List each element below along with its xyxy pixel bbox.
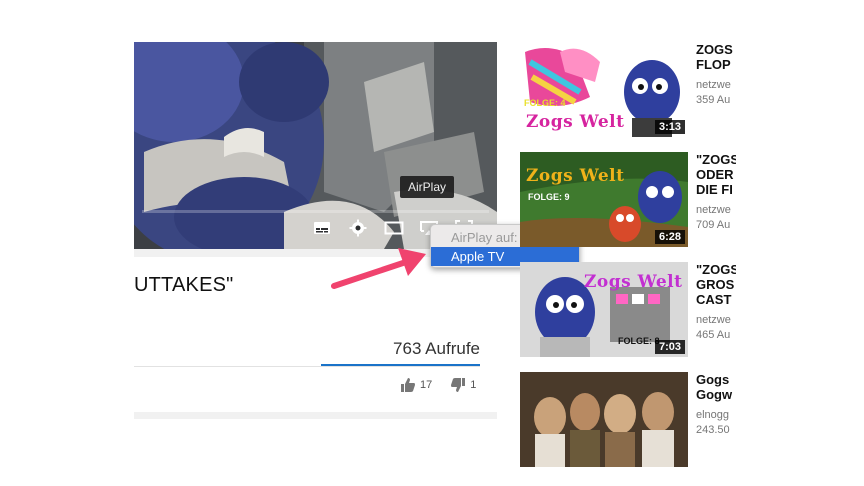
video-title-line-1: ZOGS (696, 42, 733, 57)
video-duration: 3:13 (654, 120, 685, 134)
view-count: 709 Au (696, 219, 731, 231)
subtitles-icon[interactable] (310, 217, 334, 239)
dislike-count: 1 (470, 379, 477, 391)
zogs-welt-logo: Zogs Welt (584, 272, 683, 292)
video-duration: 6:28 (654, 230, 685, 244)
airplay-tooltip: AirPlay (400, 176, 455, 198)
video-thumbnail: FOLGE: 4 Zogs Welt 3:13 (520, 42, 688, 137)
gear-icon[interactable] (346, 217, 370, 239)
episode-label: FOLGE: 4 (524, 98, 566, 108)
sentiment-bar (321, 364, 480, 366)
channel-name: netzwe (696, 79, 731, 91)
theater-mode-icon[interactable] (382, 217, 406, 239)
view-count: 243.50 (696, 424, 730, 436)
like-button[interactable]: 17 (400, 377, 432, 393)
video-title-line-2: Gogw (696, 387, 733, 402)
youtube-watch-page: AirPlay UTTAKES" 763 Aufrufe 17 1 AirPla… (0, 0, 864, 486)
video-title-line-1: Gogs (696, 372, 730, 387)
divider (134, 366, 480, 367)
video-title-line-2: GROS (696, 277, 735, 292)
video-title-line-1: "ZOGS (696, 152, 736, 167)
video-thumbnail: Zogs Welt FOLGE: 8 7:03 (520, 262, 688, 357)
like-count: 17 (420, 379, 433, 391)
thumbs-down-icon (451, 378, 466, 392)
view-count: 359 Au (696, 94, 731, 106)
video-thumbnail (520, 372, 688, 467)
annotation-arrow (331, 248, 426, 289)
video-title-line-2: ODER (696, 167, 734, 182)
view-count: 763 Aufrufe (393, 339, 480, 358)
video-thumbnail: Zogs Welt FOLGE: 9 6:28 (520, 152, 688, 247)
video-title-line-3: CAST (696, 292, 732, 307)
view-count: 465 Au (696, 329, 731, 341)
description-card (134, 419, 497, 444)
channel-name: elnogg (696, 409, 730, 421)
recommended-video-1[interactable]: FOLGE: 4 Zogs Welt 3:13 ZOGS FLOP netzwe… (520, 42, 864, 137)
recommended-video-3[interactable]: Zogs Welt FOLGE: 8 7:03 "ZOGS GROS CAST … (520, 262, 864, 357)
channel-name: netzwe (696, 204, 731, 216)
video-duration: 7:03 (654, 340, 685, 354)
recommended-video-4[interactable]: Gogs Gogw elnogg 243.50 (520, 372, 864, 467)
dislike-button[interactable]: 1 (450, 377, 476, 393)
recommended-video-2[interactable]: Zogs Welt FOLGE: 9 6:28 "ZOGS ODER DIE F… (520, 152, 864, 247)
video-title-line-1: "ZOGS (696, 262, 736, 277)
channel-name: netzwe (696, 314, 731, 326)
video-title: UTTAKES" (134, 274, 234, 296)
video-player[interactable]: AirPlay (134, 42, 497, 249)
zogs-welt-logo: Zogs Welt (526, 166, 625, 186)
episode-label: FOLGE: 9 (528, 192, 570, 202)
episode-label: FOLGE: 8 (618, 336, 660, 346)
video-title-line-3: DIE FI (696, 182, 733, 197)
thumbs-up-icon (401, 378, 415, 392)
airplay-menu-header: AirPlay auf: (451, 230, 518, 245)
rating-controls: 17 1 (400, 377, 476, 393)
video-title-line-2: FLOP (696, 57, 731, 72)
zogs-welt-logo: Zogs Welt (526, 112, 625, 132)
